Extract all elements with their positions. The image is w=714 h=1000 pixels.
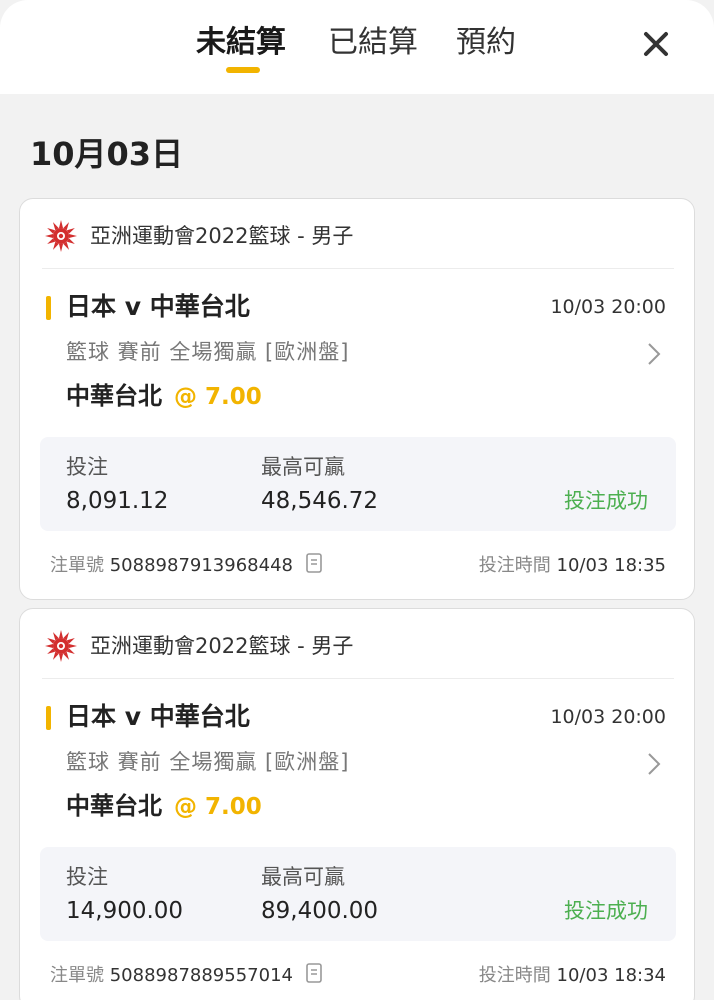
stake-label: 投注 [66,455,108,479]
league-name: 亞洲運動會2022籃球 - 男子 [90,634,354,658]
ticket-label: 注單號 [50,965,104,986]
max-win-label: 最高可贏 [261,455,345,479]
selection-odds: @ 7.00 [174,794,262,820]
bet-selection: 中華台北 @ 7.00 [66,789,262,823]
match-marker [46,706,51,730]
tab-unsettled[interactable]: 未結算 [196,22,286,64]
ticket-number: 注單號 5088987889557014 [50,961,293,991]
max-win-value: 89,400.00 [261,898,379,924]
max-win-label: 最高可贏 [261,865,345,889]
match-time: 10/03 20:00 [550,706,666,728]
market-description: 籃球 賽前 全場獨贏 [歐洲盤] [66,340,350,364]
asian-games-sun-icon [45,630,77,662]
bet-card: 亞洲運動會2022籃球 - 男子 日本 v 中華台北 10/03 20:00 籃… [19,198,695,600]
active-tab-indicator [226,67,260,73]
selection-odds: @ 7.00 [174,384,262,410]
chevron-right-icon[interactable] [646,341,662,367]
copy-icon[interactable] [304,961,324,987]
stake-value: 8,091.12 [66,488,169,514]
tab-settled[interactable]: 已結算 [328,22,418,64]
ticket-number: 注單號 5088987913968448 [50,551,293,581]
close-icon[interactable] [636,24,676,64]
match-title: 日本 v 中華台北 [66,702,250,731]
bet-selection: 中華台北 @ 7.00 [66,379,262,413]
selection-team: 中華台北 [66,382,162,410]
market-description: 籃球 賽前 全場獨贏 [歐洲盤] [66,750,350,774]
ticket-label: 注單號 [50,555,104,576]
bet-time-label: 投注時間 [478,965,551,986]
asian-games-sun-icon [45,220,77,252]
bet-time: 投注時間 10/03 18:34 [479,961,666,991]
bet-time-value: 10/03 18:35 [556,555,666,576]
tab-reserved[interactable]: 預約 [456,22,516,64]
date-heading: 10月03日 [30,135,184,173]
stake-value: 14,900.00 [66,898,184,924]
bet-history-header: 未結算 已結算 預約 [0,0,714,94]
status-badge: 投注成功 [564,489,648,513]
chevron-right-icon[interactable] [646,751,662,777]
copy-icon[interactable] [304,551,324,577]
bet-card: 亞洲運動會2022籃球 - 男子 日本 v 中華台北 10/03 20:00 籃… [19,608,695,1000]
match-marker [46,296,51,320]
match-time: 10/03 20:00 [550,296,666,318]
ticket-value: 5088987913968448 [109,555,293,576]
ticket-value: 5088987889557014 [109,965,293,986]
stake-label: 投注 [66,865,108,889]
max-win-value: 48,546.72 [261,488,379,514]
selection-team: 中華台北 [66,792,162,820]
card-divider [42,678,674,679]
bet-time-label: 投注時間 [478,555,551,576]
bet-summary-box: 投注 14,900.00 最高可贏 89,400.00 投注成功 [40,847,676,941]
league-name: 亞洲運動會2022籃球 - 男子 [90,224,354,248]
bet-time: 投注時間 10/03 18:35 [479,551,666,581]
card-divider [42,268,674,269]
bet-summary-box: 投注 8,091.12 最高可贏 48,546.72 投注成功 [40,437,676,531]
status-badge: 投注成功 [564,899,648,923]
bet-time-value: 10/03 18:34 [556,965,666,986]
match-title: 日本 v 中華台北 [66,292,250,321]
